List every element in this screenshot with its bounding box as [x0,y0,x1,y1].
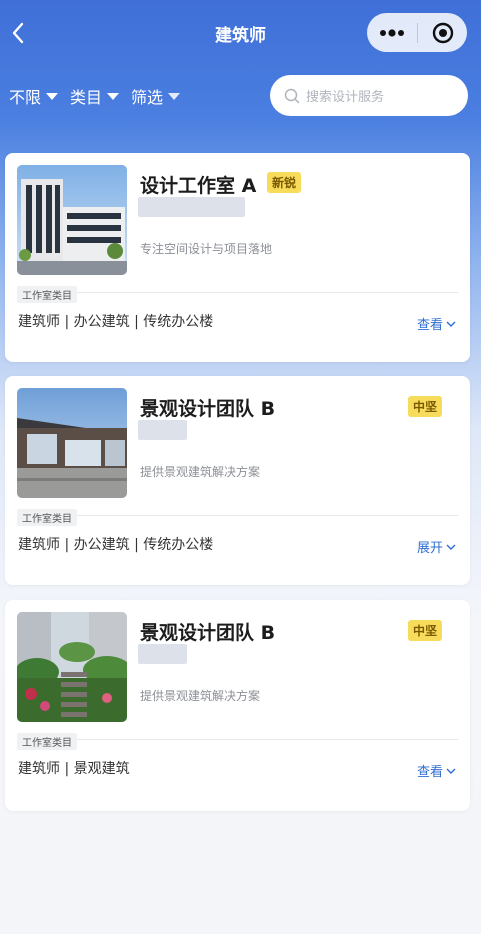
studio-thumbnail [17,612,127,722]
redacted-info [138,420,187,440]
expand-button[interactable]: 展开 [417,537,456,556]
category-label: 工作室类目 [17,733,77,750]
studio-name: 景观设计团队 B [140,622,276,644]
divider [17,739,458,740]
level-badge: 中坚 [408,396,443,417]
more-dots-icon [380,28,404,37]
action-label: 展开 [416,541,443,556]
studio-thumbnail [17,165,127,275]
action-label: 查看 [416,318,443,333]
view-button[interactable]: 查看 [417,761,456,780]
search-placeholder: 搜索设计服务 [306,90,385,105]
studio-description: 提供景观建筑解决方案 [140,689,261,703]
category-label: 工作室类目 [17,286,77,303]
filter-label: 筛选 [131,88,164,107]
studio-description: 提供景观建筑解决方案 [140,465,261,479]
level-badge: 中坚 [408,620,443,641]
mini-program-capsule [367,13,467,52]
redacted-info [138,644,187,664]
category-tags: 建筑师 | 办公建筑 | 传统办公楼 [18,314,214,330]
top-bar: 建筑师 [0,0,481,66]
filter-unlimited[interactable]: 不限 [9,84,59,108]
search-icon [284,88,300,103]
filter-bar: 不限 类目 筛选 [9,84,192,108]
chevron-down-icon [446,768,456,774]
search-input[interactable]: 搜索设计服务 [270,75,468,116]
category-tags: 建筑师 | 景观建筑 [18,761,130,777]
action-label: 查看 [416,765,443,780]
level-badge: 新锐 [267,172,302,193]
divider [17,515,458,516]
redacted-info [138,197,245,217]
close-button[interactable] [418,13,467,52]
caret-down-icon [168,92,181,100]
studio-thumbnail [17,388,127,498]
filter-screen[interactable]: 筛选 [131,84,181,108]
caret-down-icon [46,92,59,100]
studio-card[interactable]: 设计工作室 A 新锐 专注空间设计与项目落地 工作室类目 建筑师 | 办公建筑 … [5,153,470,362]
studio-name: 景观设计团队 B [140,398,276,420]
caret-down-icon [107,92,120,100]
divider [17,292,458,293]
studio-name: 设计工作室 A [140,175,257,197]
filter-label: 类目 [70,88,103,107]
chevron-down-icon [446,544,456,550]
studio-card[interactable]: 景观设计团队 B 中坚 提供景观建筑解决方案 工作室类目 建筑师 | 景观建筑 … [5,600,470,811]
more-button[interactable] [367,13,417,52]
studio-card[interactable]: 景观设计团队 B 中坚 提供景观建筑解决方案 工作室类目 建筑师 | 办公建筑 … [5,376,470,585]
category-tags: 建筑师 | 办公建筑 | 传统办公楼 [18,537,214,553]
target-close-icon [432,22,453,43]
filter-category[interactable]: 类目 [70,84,120,108]
filter-label: 不限 [9,88,42,107]
chevron-down-icon [446,321,456,327]
view-button[interactable]: 查看 [417,314,456,333]
category-label: 工作室类目 [17,509,77,526]
studio-description: 专注空间设计与项目落地 [140,242,273,256]
